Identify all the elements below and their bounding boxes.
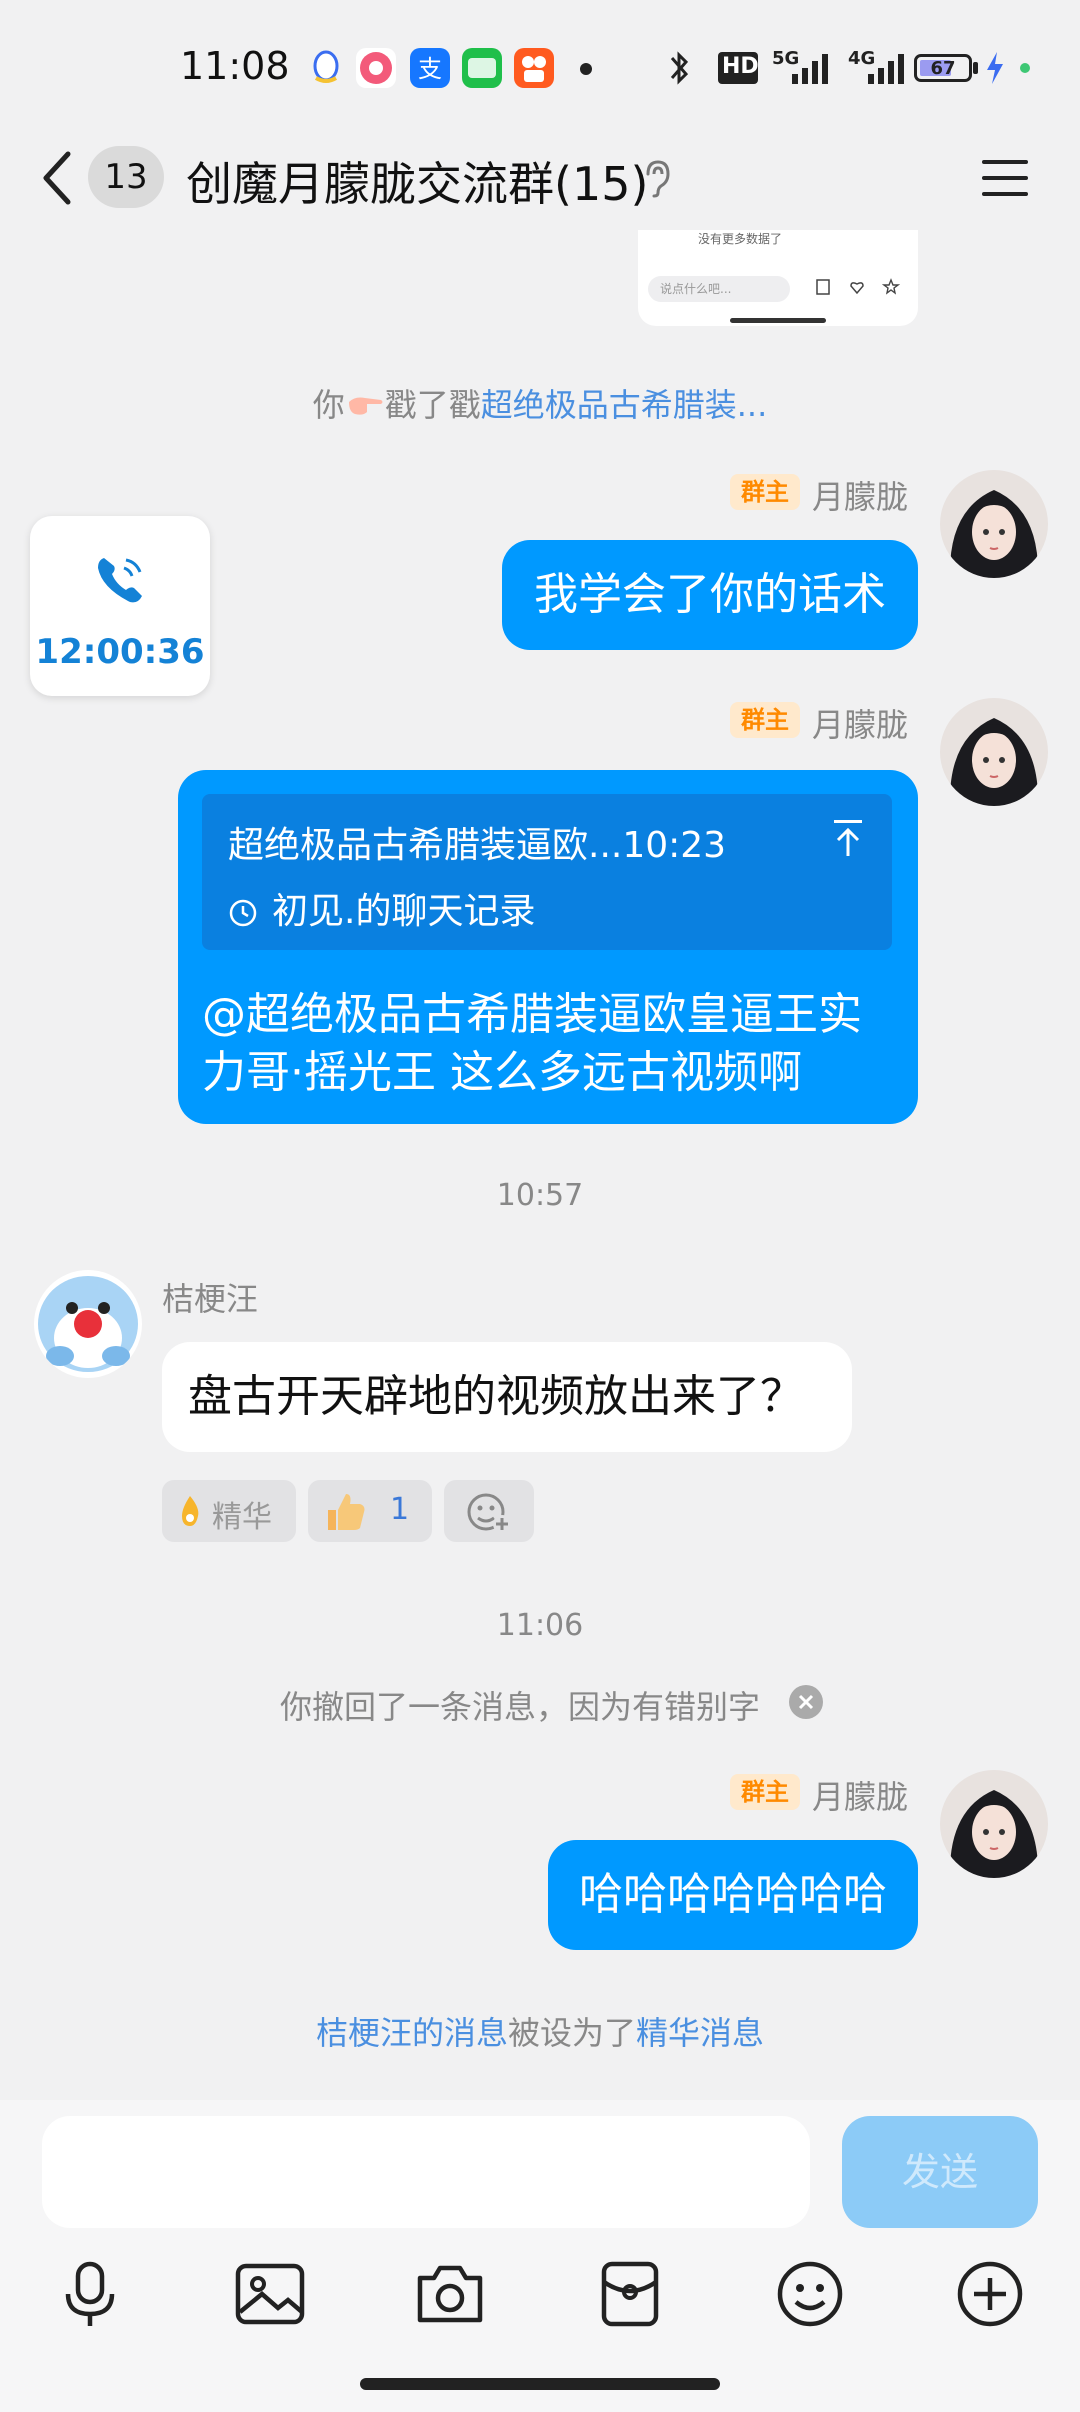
- battery-level: 67: [930, 58, 956, 79]
- owner-badge: 群主: [730, 474, 800, 510]
- quoted-reply-subtitle: 初见.的聊天记录: [272, 891, 536, 932]
- sender-name[interactable]: 桔梗汪: [162, 1274, 258, 1320]
- privacy-indicator-dot: [1020, 63, 1030, 73]
- chat-title[interactable]: 创魔月朦胧交流群(15): [186, 148, 648, 214]
- recall-notice: 你撤回了一条消息，因为有错别字: [280, 1688, 761, 1726]
- call-duration: 12:00:36: [35, 632, 205, 672]
- battery-icon: 67: [914, 54, 972, 82]
- send-button[interactable]: 发送: [842, 2116, 1038, 2228]
- voice-call-card[interactable]: 12:00:36: [30, 516, 210, 696]
- poke-system-message: 你戳了戳超绝极品古希腊装...: [312, 386, 768, 424]
- like-reaction[interactable]: 1: [308, 1480, 432, 1542]
- battery-cap: [973, 62, 978, 74]
- bluetooth-icon: [666, 48, 692, 88]
- owner-badge: 群主: [730, 1774, 800, 1810]
- message-text: @超绝极品古希腊装逼欧皇逼王实力哥·摇光王 这么多远古视频啊: [202, 989, 862, 1098]
- thumbs-up-icon: [322, 1488, 368, 1534]
- preview-top-text: 没有更多数据了: [698, 232, 783, 246]
- close-recall-icon[interactable]: [788, 1684, 824, 1720]
- status-bar: 11:08 支 HD 5G 4G 67: [0, 0, 1080, 130]
- avatar-jiegengwang[interactable]: [34, 1270, 142, 1378]
- home-indicator[interactable]: [360, 2378, 720, 2390]
- qq-app-icon: [306, 48, 346, 88]
- kuaishou-app-icon: [514, 48, 554, 88]
- quoted-reply-header: 超绝极品古希腊装逼欧...10:23: [228, 825, 727, 866]
- sender-name[interactable]: 月朦胧: [812, 1772, 908, 1818]
- timestamp: 11:06: [496, 1608, 584, 1643]
- message-input[interactable]: [42, 2116, 810, 2228]
- notification-dot: [580, 63, 592, 75]
- clock-icon: [228, 888, 258, 927]
- camera-icon[interactable]: [412, 2256, 488, 2332]
- add-emoji-icon: [466, 1490, 512, 1534]
- charging-icon: [984, 50, 1006, 86]
- preview-doc-icon: [814, 278, 832, 296]
- phone-icon: [90, 550, 150, 610]
- like-count: 1: [390, 1492, 410, 1527]
- image-icon[interactable]: [232, 2256, 308, 2332]
- preview-star-icon: [881, 278, 901, 296]
- signal-4g-icon: [866, 52, 910, 86]
- essence-notice: 桔梗汪的消息被设为了精华消息: [315, 2014, 765, 2052]
- unread-count-badge[interactable]: 13: [88, 146, 164, 208]
- timestamp: 10:57: [496, 1178, 584, 1213]
- preview-heart-icon: [848, 278, 866, 296]
- avatar-yuemenglong[interactable]: [940, 1770, 1048, 1878]
- message-bubble[interactable]: 盘古开天辟地的视频放出来了？: [162, 1342, 852, 1452]
- preview-input: 说点什么吧...: [648, 276, 790, 302]
- reply-message-bubble[interactable]: 超绝极品古希腊装逼欧...10:23 初见.的聊天记录 @超绝极品古希腊装逼欧皇…: [178, 770, 918, 1124]
- message-bubble[interactable]: 我学会了你的话术: [502, 540, 918, 650]
- music-app-icon: [356, 48, 396, 88]
- signal-5g-icon: [790, 52, 834, 86]
- iqiyi-app-icon: [462, 48, 502, 88]
- earpiece-mode-icon[interactable]: [640, 158, 676, 198]
- back-arrow-icon[interactable]: [36, 148, 80, 208]
- screenshot-preview[interactable]: 没有更多数据了 说点什么吧...: [638, 230, 918, 326]
- sender-name[interactable]: 月朦胧: [812, 472, 908, 518]
- essence-messages-link[interactable]: 精华消息: [636, 2014, 764, 2052]
- owner-badge: 群主: [730, 702, 800, 738]
- plus-icon[interactable]: [952, 2256, 1028, 2332]
- essence-source-link[interactable]: 桔梗汪的消息: [316, 2014, 508, 2052]
- alipay-app-icon: 支: [410, 48, 450, 88]
- avatar-yuemenglong[interactable]: [940, 698, 1048, 806]
- add-reaction-button[interactable]: [444, 1480, 534, 1542]
- emoji-icon[interactable]: [772, 2256, 848, 2332]
- status-time: 11:08: [180, 44, 290, 88]
- flame-icon: [176, 1494, 204, 1528]
- menu-icon[interactable]: [980, 156, 1030, 200]
- hd-icon: HD: [718, 52, 759, 84]
- sender-name[interactable]: 月朦胧: [812, 700, 908, 746]
- red-packet-icon[interactable]: [592, 2256, 668, 2332]
- poke-target-link[interactable]: 超绝极品古希腊装...: [481, 386, 768, 424]
- jump-to-original-icon[interactable]: [830, 818, 866, 858]
- poke-hand-icon: [345, 390, 385, 420]
- microphone-icon[interactable]: [52, 2256, 128, 2332]
- svg-text:支: 支: [418, 55, 442, 83]
- message-bubble[interactable]: 哈哈哈哈哈哈哈: [548, 1840, 918, 1950]
- preview-home-bar: [730, 318, 826, 323]
- avatar-yuemenglong[interactable]: [940, 470, 1048, 578]
- essence-reaction[interactable]: 精华: [162, 1480, 296, 1542]
